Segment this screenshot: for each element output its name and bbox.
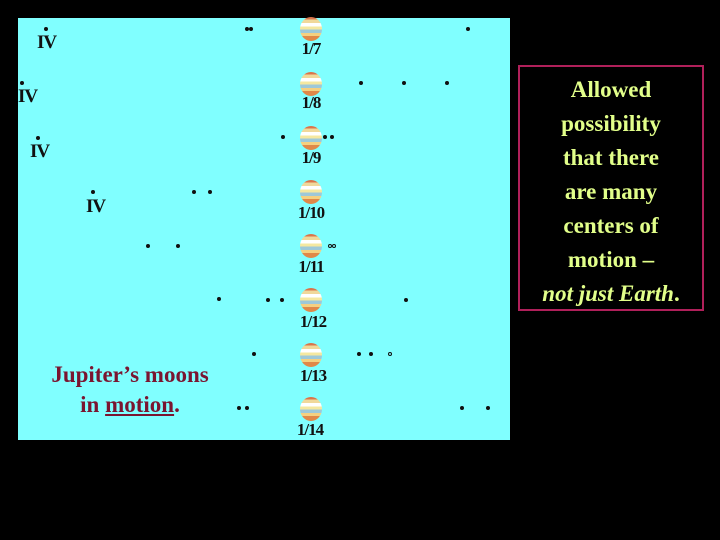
moon-dot — [280, 298, 284, 302]
moon-dot — [266, 298, 270, 302]
annotation-italic-text: not just Earth — [542, 281, 674, 306]
moon-dot — [369, 352, 373, 356]
moon-dot — [91, 190, 95, 194]
annotation-line: motion – — [567, 247, 655, 272]
date-label: 1/11 — [298, 257, 324, 276]
date-label: 1/10 — [297, 203, 325, 222]
moon-label-iv: IV — [86, 196, 106, 217]
moon-dot — [20, 81, 24, 85]
moon-dot — [486, 406, 490, 410]
date-label: 1/13 — [299, 366, 327, 385]
moon-dot — [330, 135, 334, 139]
moon-dot — [245, 406, 249, 410]
jupiter-icon — [300, 17, 322, 41]
annotation-box: Allowed possibility that there are many … — [518, 65, 704, 311]
jupiter-icon — [300, 397, 322, 421]
moon-dot — [146, 244, 150, 248]
moon-dot — [237, 406, 241, 410]
jupiter-icon — [300, 126, 322, 150]
date-label: 1/7 — [301, 39, 322, 58]
moon-dot — [192, 190, 196, 194]
annotation-line-italic: not just Earth. — [520, 277, 702, 311]
date-label: 1/8 — [301, 93, 322, 112]
annotation-line: possibility — [561, 111, 661, 136]
moon-dot — [252, 352, 256, 356]
caption: Jupiter’s moons in motion. — [30, 360, 230, 420]
moon-dot — [402, 81, 406, 85]
caption-suffix: . — [174, 392, 180, 417]
jupiter-icon — [300, 288, 322, 312]
annotation-line: that there — [562, 145, 660, 170]
date-label: 1/9 — [301, 148, 322, 167]
annotation-line: Allowed — [570, 77, 652, 102]
annotation-period: . — [673, 281, 680, 306]
moon-dot — [460, 406, 464, 410]
caption-line-2: in motion. — [30, 390, 230, 420]
jupiter-icon — [300, 343, 322, 367]
moon-dot — [466, 27, 470, 31]
moon-label-iv: IV — [18, 86, 38, 107]
moon-dot — [388, 352, 392, 356]
moon-dot — [44, 27, 48, 31]
moon-dot — [249, 27, 253, 31]
moon-dot — [36, 136, 40, 140]
moon-label-iv: IV — [37, 32, 57, 53]
moon-dot — [217, 297, 221, 301]
moon-dot — [359, 81, 363, 85]
jupiter-icon — [300, 180, 322, 204]
moon-dot — [445, 81, 449, 85]
caption-line-1: Jupiter’s moons — [51, 362, 209, 387]
caption-underlined-word: motion — [105, 392, 175, 417]
annotation-line: are many — [564, 179, 658, 204]
jupiter-icon — [300, 234, 322, 258]
moon-dot — [332, 244, 336, 248]
annotation-line: centers of — [563, 213, 659, 238]
moon-dot — [357, 352, 361, 356]
moon-dot — [323, 135, 327, 139]
moon-dot — [404, 298, 408, 302]
moon-dot — [176, 244, 180, 248]
date-label: 1/14 — [296, 420, 324, 439]
moon-dot — [208, 190, 212, 194]
moon-label-iv: IV — [30, 141, 50, 162]
caption-prefix: in — [80, 392, 106, 417]
moon-dot — [281, 135, 285, 139]
date-label: 1/12 — [299, 312, 327, 331]
